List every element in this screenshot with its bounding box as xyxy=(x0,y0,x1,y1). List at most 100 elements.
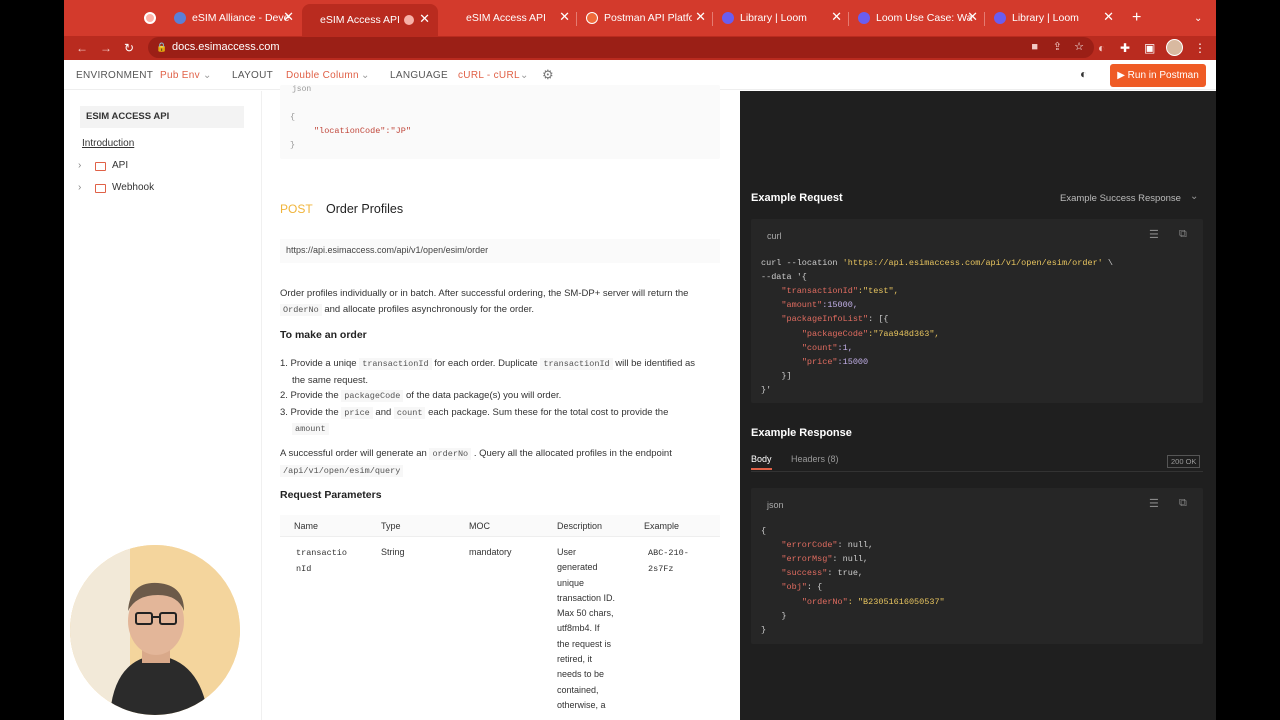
folder-icon xyxy=(95,162,106,171)
address-toolbar: ← → ↻ 🔒 docs.esimaccess.com ■ ⇪ ☆ ◐ ✚ ▣ … xyxy=(64,36,1216,60)
param-type: String xyxy=(381,547,405,557)
run-in-postman-button[interactable]: ▶ Run in Postman xyxy=(1110,64,1206,87)
reload-icon[interactable]: ↻ xyxy=(124,39,134,57)
order-steps-list: 1. Provide a uniqe transactionId for eac… xyxy=(280,356,730,438)
endpoint-url-box[interactable]: https://api.esimaccess.com/api/v1/open/e… xyxy=(280,239,720,263)
sidebar-item-webhook[interactable]: › Webhook xyxy=(78,182,248,196)
menu-kebab-icon[interactable]: ⋮ xyxy=(1194,39,1206,57)
description-line: contained, xyxy=(557,684,599,695)
webcam-bubble[interactable] xyxy=(70,545,240,715)
close-icon[interactable]: ✕ xyxy=(967,10,978,24)
code-lang-label: curl xyxy=(767,231,782,241)
tab-label: Library | Loom xyxy=(1012,12,1079,24)
code-line: curl --location 'https://api.esimaccess.… xyxy=(761,258,1113,268)
dark-mode-moon-icon[interactable]: ◐ xyxy=(1080,67,1088,81)
sidebar-item-label: API xyxy=(112,160,129,171)
code-line: { xyxy=(290,112,296,122)
url-bar[interactable]: 🔒 docs.esimaccess.com ■ ⇪ ☆ xyxy=(148,37,1094,58)
success-note: A successful order will generate an orde… xyxy=(280,448,672,477)
description-line: otherwise, a xyxy=(557,699,606,710)
close-icon[interactable]: ✕ xyxy=(831,10,842,24)
wrap-icon[interactable]: ☰ xyxy=(1149,228,1159,241)
code-line: } xyxy=(761,624,767,635)
tab-library-loom-2[interactable]: Library | Loom ✕ xyxy=(994,6,1114,30)
tab-headers[interactable]: Headers (8) xyxy=(791,454,839,464)
loom-icon xyxy=(722,12,734,24)
response-code-block: json ☰ ⧉ { "errorCode": null, "errorMsg"… xyxy=(751,488,1203,644)
tab-label: eSIM Access API xyxy=(320,14,400,26)
tab-library-loom[interactable]: Library | Loom ✕ xyxy=(722,6,842,30)
sidepanel-icon[interactable]: ▣ xyxy=(1144,39,1155,57)
back-icon[interactable]: ← xyxy=(76,39,88,57)
description-line: unique xyxy=(557,577,585,588)
bookmark-star-icon[interactable]: ☆ xyxy=(1074,37,1084,58)
new-tab-button[interactable]: + xyxy=(1132,6,1141,30)
endpoint-url: https://api.esimaccess.com/api/v1/open/e… xyxy=(286,245,489,255)
code-line: "locationCode":"JP" xyxy=(314,126,411,136)
sidebar-title: ESIM ACCESS API xyxy=(80,106,244,128)
sidebar-item-api[interactable]: › API xyxy=(78,160,248,174)
code-lang-label: json xyxy=(767,500,784,510)
tab-label: Library | Loom xyxy=(740,12,807,24)
code-line: "transactionId":"test", xyxy=(781,286,899,297)
description-line: transaction ID. xyxy=(557,592,616,603)
param-example: ABC-210- 2s7Fz xyxy=(648,548,689,574)
params-table-header: Name Type MOC Description Example xyxy=(280,515,720,537)
close-icon[interactable]: ✕ xyxy=(695,10,706,24)
language-dropdown[interactable]: cURL - cURL xyxy=(458,70,520,81)
presenter-video xyxy=(70,545,240,715)
share-icon[interactable]: ⇪ xyxy=(1053,37,1062,58)
code-line: --data '{ xyxy=(761,272,807,283)
close-icon[interactable]: ✕ xyxy=(1103,10,1114,24)
copy-icon[interactable]: ⧉ xyxy=(1179,497,1187,510)
code-line: "success": true, xyxy=(781,568,864,579)
request-code-block: curl ☰ ⧉ curl --location 'https://api.es… xyxy=(751,219,1203,403)
code-line: }] xyxy=(761,370,792,381)
layout-dropdown[interactable]: Double Column xyxy=(286,70,359,81)
copy-icon[interactable]: ⧉ xyxy=(1179,228,1187,241)
example-response-heading: Example Response xyxy=(751,427,852,439)
status-badge: 200 OK xyxy=(1167,455,1201,468)
close-icon[interactable]: ✕ xyxy=(419,12,430,26)
close-icon[interactable]: ✕ xyxy=(283,10,294,24)
tab-label: eSIM Access API xyxy=(466,12,546,24)
tab-esim-access[interactable]: eSIM Access API ✕ xyxy=(466,6,570,30)
example-request-heading: Example Request xyxy=(751,192,843,204)
environment-label: ENVIRONMENT xyxy=(76,70,154,81)
code-line: "packageInfoList": [{ xyxy=(781,314,889,325)
tab-recording[interactable] xyxy=(144,6,158,30)
tab-esim-alliance[interactable]: eSIM Alliance - Deve ✕ xyxy=(174,6,294,30)
tab-body[interactable]: Body xyxy=(751,454,772,470)
tab-loom-use-case[interactable]: Loom Use Case: Wa ✕ xyxy=(858,6,978,30)
tab-esim-access-active[interactable]: eSIM Access API ✕ xyxy=(302,4,438,36)
sidebar-item-introduction[interactable]: Introduction xyxy=(82,138,134,149)
close-icon[interactable]: ✕ xyxy=(559,10,570,24)
table-header: MOC xyxy=(469,521,490,531)
code-line: } xyxy=(761,610,787,621)
gear-icon[interactable]: ⚙ xyxy=(542,67,554,83)
url-text: docs.esimaccess.com xyxy=(172,41,280,53)
previous-code-block: json { "locationCode":"JP" } xyxy=(280,85,720,159)
tab-label: eSIM Alliance - Deve xyxy=(192,12,290,24)
response-example-dropdown[interactable]: Example Success Response xyxy=(1060,193,1181,204)
forward-icon[interactable]: → xyxy=(100,39,112,57)
code-line: } xyxy=(290,140,296,150)
profile-avatar[interactable] xyxy=(1166,39,1183,56)
code-line: "orderNo": "B23051616050537" xyxy=(801,596,945,607)
chevron-right-icon: › xyxy=(78,182,82,193)
tab-postman[interactable]: Postman API Platform ✕ xyxy=(586,6,706,30)
list-item: 3. Provide the price and count each pack… xyxy=(280,406,669,435)
environment-dropdown[interactable]: Pub Env xyxy=(160,70,200,81)
extension-moon-icon[interactable]: ◐ xyxy=(1098,39,1105,57)
param-name: transactio nId xyxy=(296,548,348,574)
camera-icon[interactable]: ■ xyxy=(1031,37,1038,58)
chevron-down-icon: ⌄ xyxy=(520,70,529,81)
wrap-icon[interactable]: ☰ xyxy=(1149,497,1159,510)
table-header: Example xyxy=(644,521,680,531)
extensions-puzzle-icon[interactable]: ✚ xyxy=(1120,39,1130,57)
description-line: the request is xyxy=(557,638,612,649)
table-header: Name xyxy=(294,521,319,531)
tab-label: Loom Use Case: Wa xyxy=(876,12,973,24)
endpoint-title: Order Profiles xyxy=(326,202,404,216)
tab-search-chevron-icon[interactable]: ⌄ xyxy=(1194,6,1202,30)
